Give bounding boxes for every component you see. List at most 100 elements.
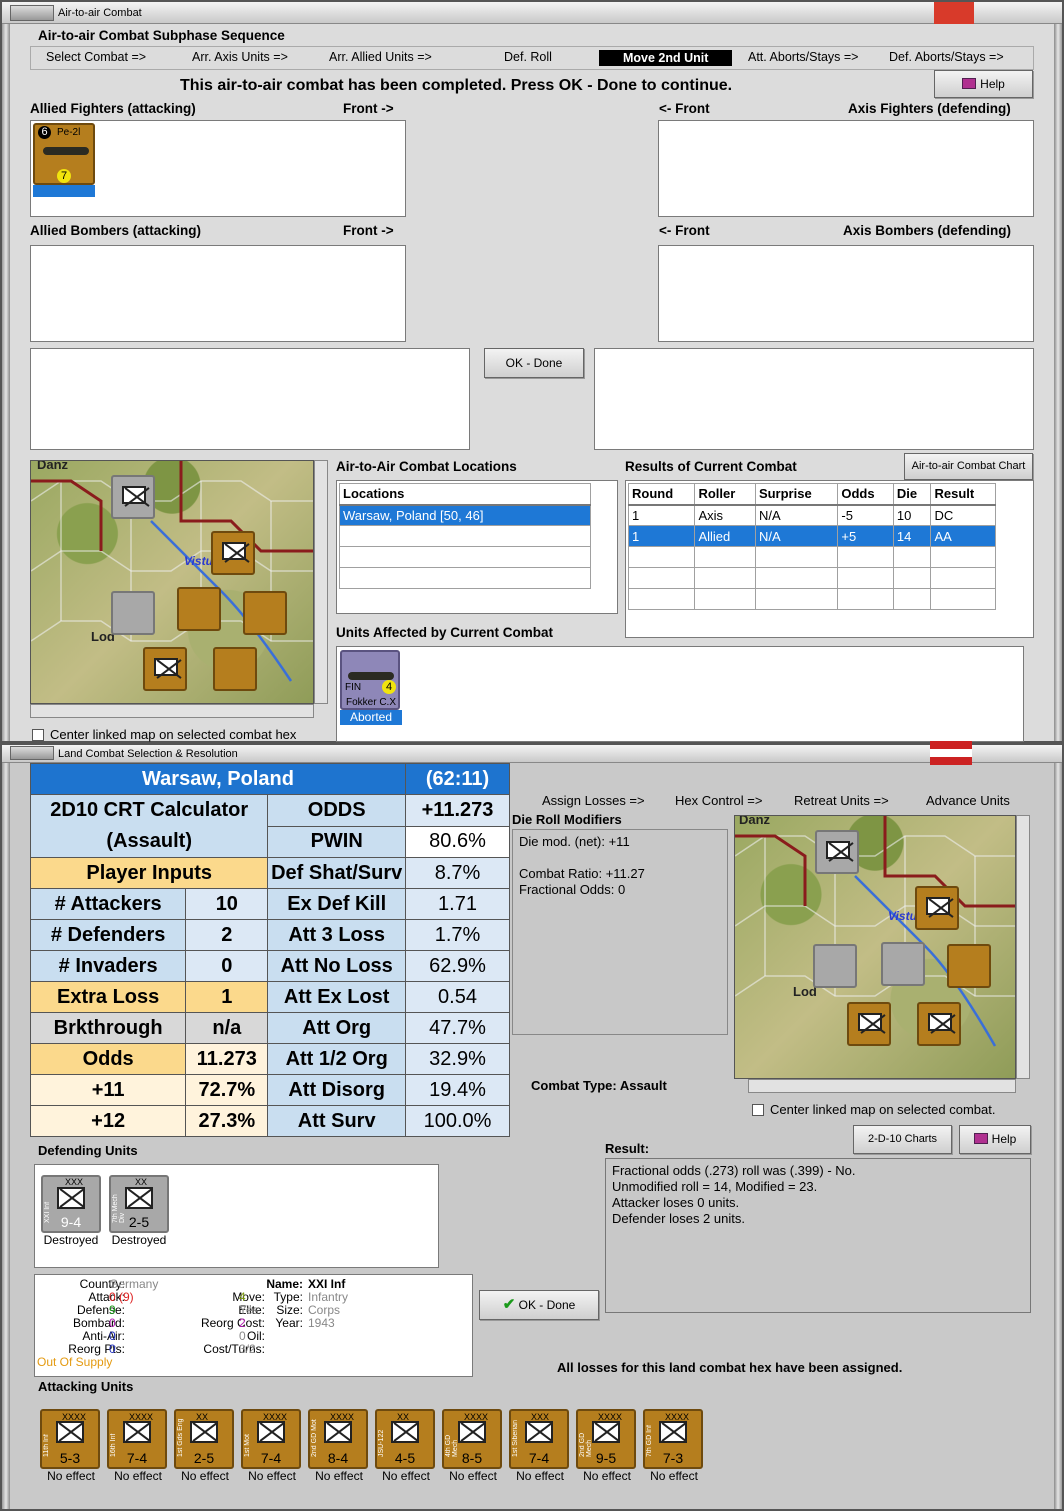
col-round: Round bbox=[627, 483, 696, 506]
col-result: Result bbox=[930, 483, 996, 506]
unit-type-icon bbox=[190, 1421, 218, 1443]
attacker-status-8: No effect bbox=[516, 1469, 564, 1483]
table-row[interactable]: 1 Allied N/A +5 14 AA bbox=[627, 525, 996, 547]
axis-bombers-box[interactable] bbox=[658, 245, 1034, 342]
antiair-value: 0 bbox=[109, 1329, 116, 1343]
attacker-unit-5[interactable]: 2nd GD Mot XXXX 8-4 bbox=[308, 1409, 368, 1469]
window-menu-icon[interactable] bbox=[10, 5, 54, 21]
aircraft-icon bbox=[348, 672, 394, 680]
defense-value: 9 bbox=[109, 1303, 116, 1317]
allied-fighters-box[interactable]: 6 Pe-2l 7 bbox=[30, 120, 406, 217]
help-button[interactable]: Help bbox=[959, 1125, 1031, 1154]
map-horizontal-scrollbar[interactable] bbox=[30, 704, 314, 718]
allied-bombers-box[interactable] bbox=[30, 245, 406, 342]
allied-reserve-box[interactable] bbox=[30, 348, 470, 450]
crt-code: (62:11) bbox=[405, 763, 510, 795]
attacker-status-10: No effect bbox=[650, 1469, 698, 1483]
map-counter-3[interactable] bbox=[813, 944, 857, 988]
center-map-checkbox[interactable] bbox=[32, 729, 44, 741]
out-label: Att Surv bbox=[267, 1105, 406, 1137]
charts-button[interactable]: 2-D-10 Charts bbox=[853, 1125, 952, 1154]
seq-def-roll: Def. Roll bbox=[504, 50, 552, 64]
counter-name: Pe-2l bbox=[57, 127, 81, 138]
in-value[interactable]: n/a bbox=[185, 1012, 269, 1044]
out-value: 1.7% bbox=[405, 919, 510, 951]
map-counter-6[interactable] bbox=[847, 1002, 891, 1046]
attacker-unit-6[interactable]: JSU-122 XX 4-5 bbox=[375, 1409, 435, 1469]
defending-units-box: XXI Inf XXX 9-4 Destroyed 7th Mech Div X… bbox=[34, 1164, 439, 1268]
unit-type-icon bbox=[257, 1421, 285, 1443]
map-counter-4[interactable] bbox=[177, 587, 221, 631]
unit-name: Fokker C.X bbox=[346, 697, 397, 708]
map-counter-7[interactable] bbox=[213, 647, 257, 691]
in-value[interactable]: 0 bbox=[185, 950, 269, 982]
in-value[interactable]: 10 bbox=[185, 888, 269, 920]
center-map-checkbox[interactable] bbox=[752, 1104, 764, 1116]
map-counter-7[interactable] bbox=[917, 1002, 961, 1046]
axis-fighters-label: Axis Fighters (defending) bbox=[848, 101, 1011, 116]
map-counter-5[interactable] bbox=[947, 944, 991, 988]
land-window-titlebar[interactable]: Land Combat Selection & Resolution bbox=[2, 745, 1062, 763]
locations-list[interactable]: Locations Warsaw, Poland [50, 46] bbox=[336, 480, 618, 614]
affected-unit-counter[interactable]: FIN 4 Fokker C.X bbox=[340, 650, 400, 710]
map-vertical-scrollbar[interactable] bbox=[1016, 815, 1030, 1079]
help-button[interactable]: Help bbox=[934, 70, 1033, 98]
unit-type-icon bbox=[56, 1421, 84, 1443]
attacker-unit-2[interactable]: 16th Inf XXXX 7-4 bbox=[107, 1409, 167, 1469]
table-row[interactable]: 1 Axis N/A -5 10 DC bbox=[627, 504, 996, 526]
air-linked-map[interactable]: Danz Vistu Lod bbox=[30, 460, 314, 704]
attacker-unit-10[interactable]: 7th GD Inf XXXX 7-3 bbox=[643, 1409, 703, 1469]
front-right-label-2: Front -> bbox=[343, 223, 394, 238]
attacker-unit-8[interactable]: 1st Siberian XXX 7-4 bbox=[509, 1409, 569, 1469]
axis-fighters-box[interactable] bbox=[658, 120, 1034, 217]
ok-done-button[interactable]: OK - Done bbox=[484, 348, 584, 378]
out-value: 100.0% bbox=[405, 1105, 510, 1137]
ok-done-button[interactable]: ✔ OK - Done bbox=[479, 1290, 599, 1320]
in-value[interactable]: 1 bbox=[185, 981, 269, 1013]
map-counter-6[interactable] bbox=[143, 647, 187, 691]
defender-unit-1[interactable]: XXI Inf XXX 9-4 bbox=[41, 1175, 101, 1233]
fighter-counter[interactable]: 6 Pe-2l 7 bbox=[33, 123, 95, 185]
col-surprise: Surprise bbox=[754, 483, 839, 506]
air-combat-chart-button[interactable]: Air-to-air Combat Chart bbox=[904, 453, 1033, 480]
map-horizontal-scrollbar[interactable] bbox=[748, 1079, 1016, 1093]
map-label-danzig: Danz bbox=[739, 815, 771, 827]
land-linked-map[interactable]: Danz Vistu Lod bbox=[734, 815, 1016, 1079]
result-title: Result: bbox=[605, 1141, 650, 1156]
air-combat-window: Air-to-air Combat Air-to-air Combat Subp… bbox=[0, 0, 1064, 743]
attacker-unit-7[interactable]: 4th GD Mech XXXX 8-5 bbox=[442, 1409, 502, 1469]
out-value: 8.7% bbox=[405, 857, 510, 889]
map-counter-1[interactable] bbox=[815, 830, 859, 874]
map-counter-4[interactable] bbox=[881, 942, 925, 986]
in-label: Odds bbox=[29, 1043, 187, 1075]
unit-value: 4 bbox=[382, 680, 396, 694]
air-window-titlebar[interactable]: Air-to-air Combat bbox=[2, 2, 1062, 24]
fractional-odds: Fractional Odds: 0 bbox=[519, 882, 626, 897]
col-odds: Odds bbox=[837, 483, 894, 506]
map-counter-2[interactable] bbox=[211, 531, 255, 575]
out-label: Att Ex Lost bbox=[267, 981, 406, 1013]
unit-country: FIN bbox=[345, 682, 362, 693]
combat-ratio: Combat Ratio: +11.27 bbox=[519, 866, 645, 881]
map-counter-5[interactable] bbox=[243, 591, 287, 635]
year-label: Year: bbox=[275, 1316, 303, 1330]
attacker-unit-3[interactable]: 1st Gds Eng XX 2-5 bbox=[174, 1409, 234, 1469]
attacker-unit-9[interactable]: 2nd GD Mech XXXX 9-5 bbox=[576, 1409, 636, 1469]
out-label: Def Shat/Surv bbox=[267, 857, 406, 889]
in-value[interactable]: 2 bbox=[185, 919, 269, 951]
map-counter-1[interactable] bbox=[111, 475, 155, 519]
out-label: Ex Def Kill bbox=[267, 888, 406, 920]
map-counter-3[interactable] bbox=[111, 591, 155, 635]
attacker-unit-4[interactable]: 1st Mot XXXX 7-4 bbox=[241, 1409, 301, 1469]
axis-reserve-box[interactable] bbox=[594, 348, 1034, 450]
location-row[interactable]: Warsaw, Poland [50, 46] bbox=[339, 504, 591, 526]
defender-unit-2[interactable]: 7th Mech Div XX 2-5 bbox=[109, 1175, 169, 1233]
map-counter-2[interactable] bbox=[915, 886, 959, 930]
close-button[interactable] bbox=[934, 2, 974, 24]
result-box: Fractional odds (.273) roll was (.399) -… bbox=[605, 1158, 1031, 1313]
infantry-icon bbox=[57, 1187, 85, 1209]
map-vertical-scrollbar[interactable] bbox=[314, 460, 328, 704]
window-menu-icon[interactable] bbox=[10, 746, 54, 760]
bombard-value: 0 bbox=[109, 1316, 116, 1330]
attacker-unit-1[interactable]: 11th Inf XXXX 5-3 bbox=[40, 1409, 100, 1469]
